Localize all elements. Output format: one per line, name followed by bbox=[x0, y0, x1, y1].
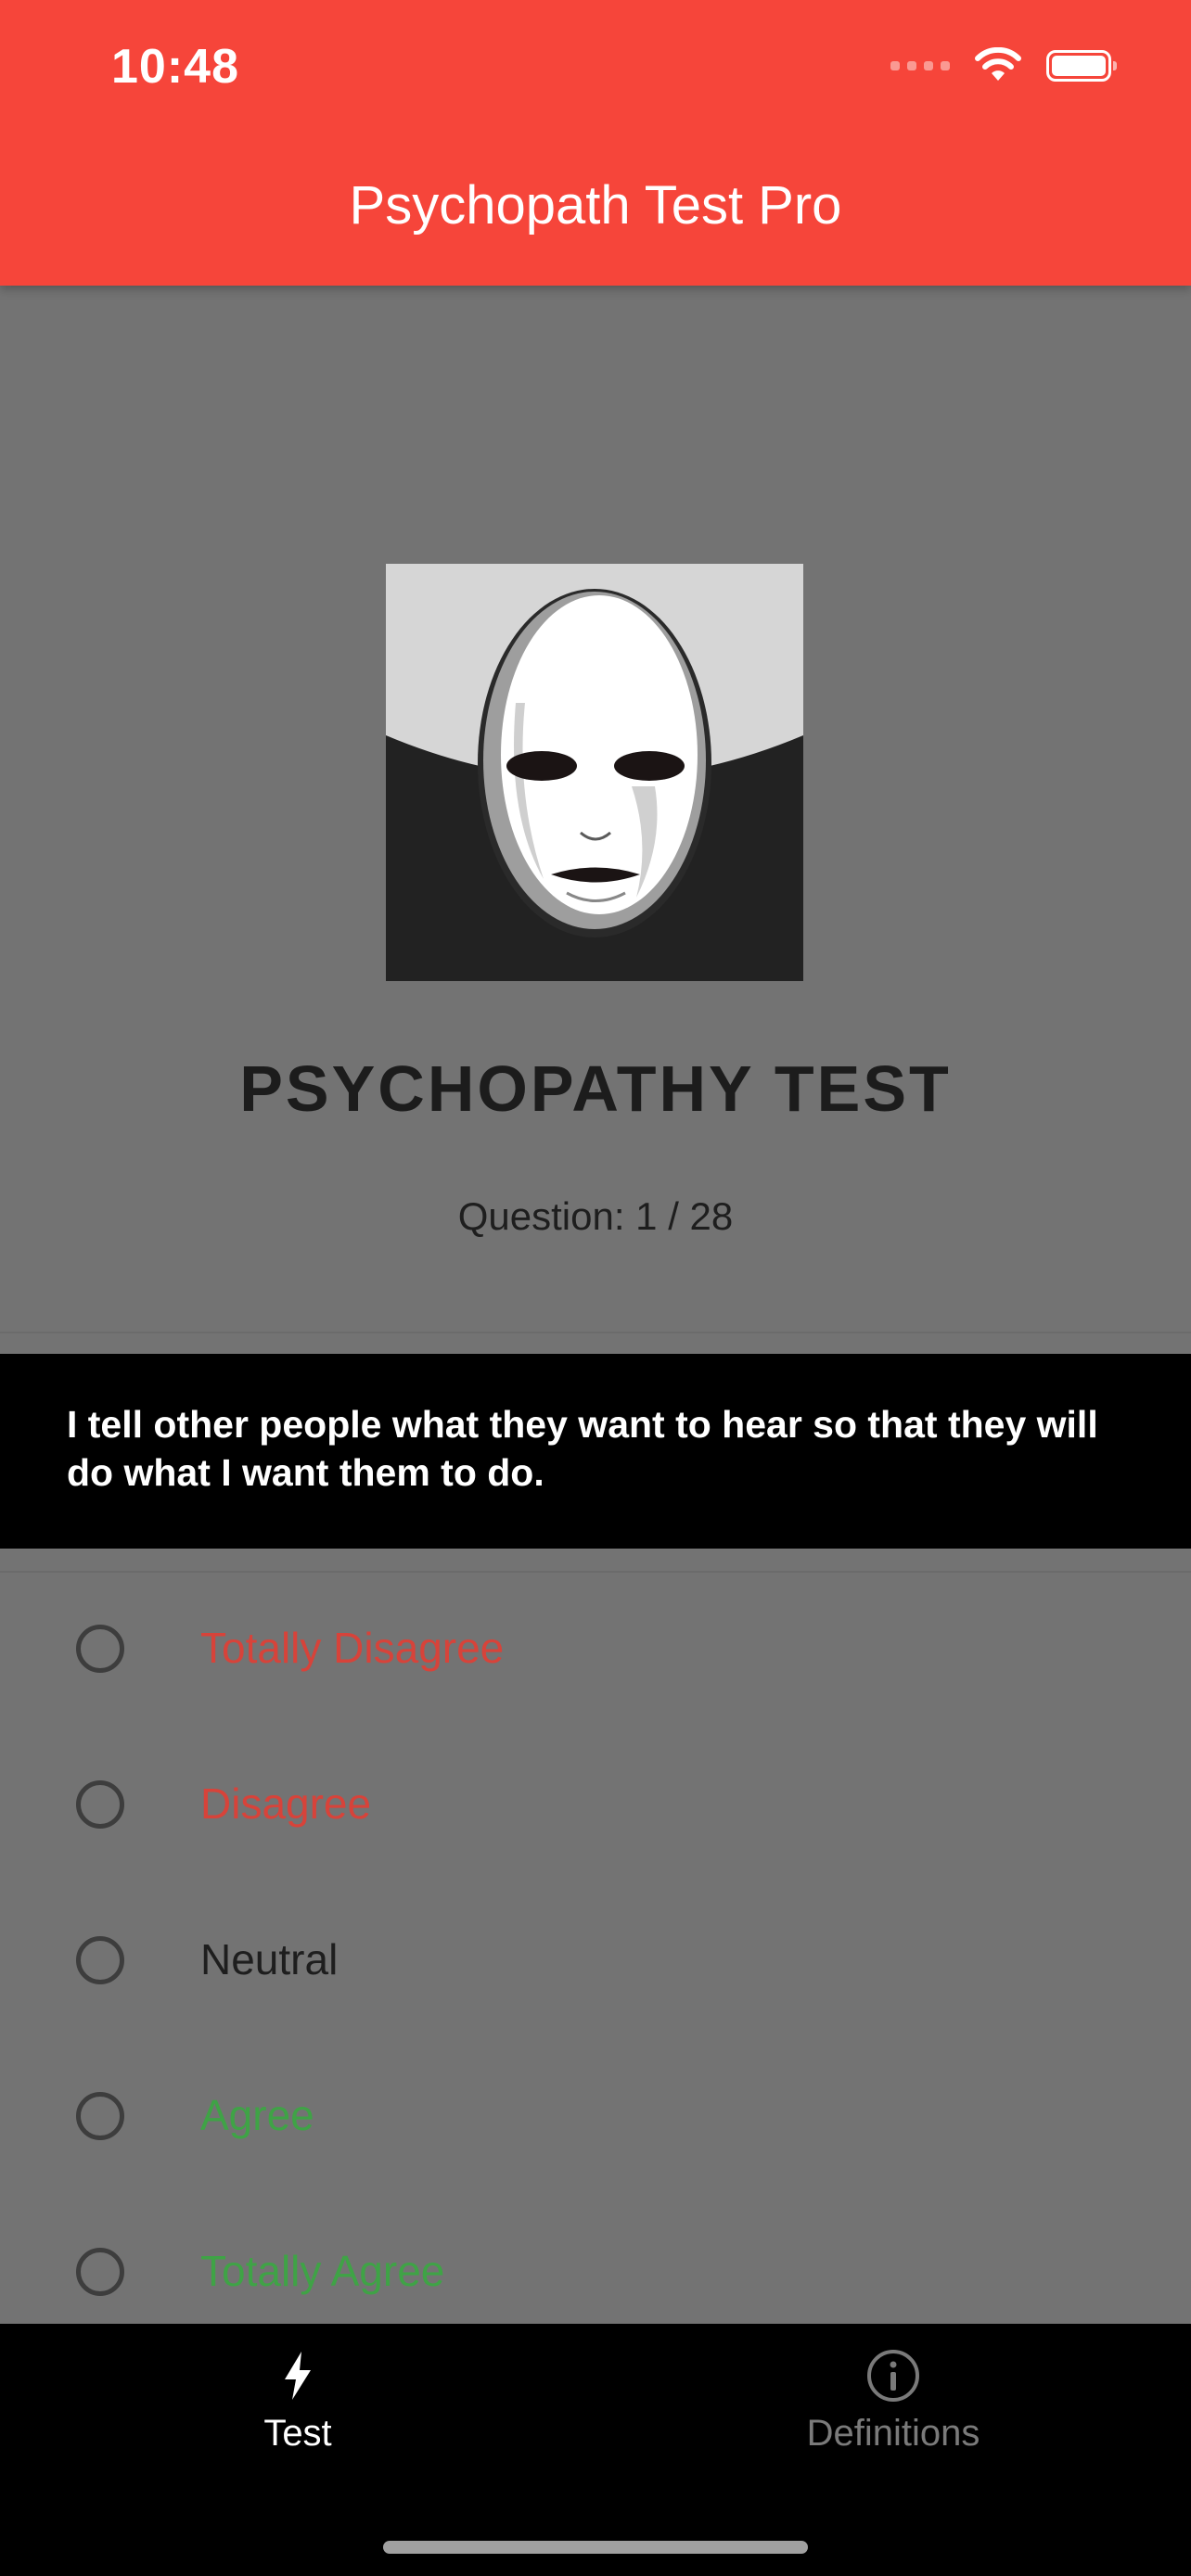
option-totally-disagree[interactable]: Totally Disagree bbox=[0, 1593, 1191, 1704]
bolt-icon bbox=[285, 2352, 311, 2400]
option-totally-agree[interactable]: Totally Agree bbox=[0, 2216, 1191, 2327]
wifi-icon bbox=[975, 47, 1021, 81]
radio-button[interactable] bbox=[76, 1625, 124, 1673]
question-text: I tell other people what they want to he… bbox=[67, 1403, 1098, 1494]
tab-test[interactable]: Test bbox=[0, 2324, 596, 2509]
radio-button[interactable] bbox=[76, 1936, 124, 1984]
cellular-signal-icon bbox=[890, 61, 950, 70]
question-counter: Question: 1 / 28 bbox=[457, 1194, 734, 1238]
option-label: Agree bbox=[200, 2091, 314, 2139]
option-label: Disagree bbox=[200, 1779, 372, 1828]
tab-label: Test bbox=[263, 2413, 332, 2454]
divider bbox=[0, 1332, 1191, 1333]
app-header: 10:48 Psychopath Test Pro bbox=[0, 0, 1191, 286]
status-time: 10:48 bbox=[111, 40, 239, 94]
mask-image bbox=[386, 564, 803, 981]
option-neutral[interactable]: Neutral bbox=[0, 1905, 1191, 2016]
status-indicators bbox=[890, 43, 1117, 89]
info-icon bbox=[867, 2350, 919, 2402]
test-title: PSYCHOPATHY TEST bbox=[239, 1052, 952, 1125]
battery-icon bbox=[1046, 50, 1117, 82]
home-indicator bbox=[383, 2541, 808, 2554]
divider bbox=[0, 1571, 1191, 1573]
tab-bar: Test Definitions bbox=[0, 2324, 1191, 2576]
radio-button[interactable] bbox=[76, 1780, 124, 1829]
option-label: Totally Disagree bbox=[200, 1624, 505, 1672]
tab-label: Definitions bbox=[806, 2413, 980, 2454]
tab-definitions[interactable]: Definitions bbox=[596, 2324, 1191, 2509]
option-agree[interactable]: Agree bbox=[0, 2060, 1191, 2172]
app-title: Psychopath Test Pro bbox=[349, 175, 842, 236]
question-card: I tell other people what they want to he… bbox=[0, 1354, 1191, 1549]
option-label: Neutral bbox=[200, 1935, 339, 1983]
radio-button[interactable] bbox=[76, 2248, 124, 2296]
option-label: Totally Agree bbox=[200, 2247, 445, 2295]
option-disagree[interactable]: Disagree bbox=[0, 1749, 1191, 1860]
radio-button[interactable] bbox=[76, 2092, 124, 2140]
